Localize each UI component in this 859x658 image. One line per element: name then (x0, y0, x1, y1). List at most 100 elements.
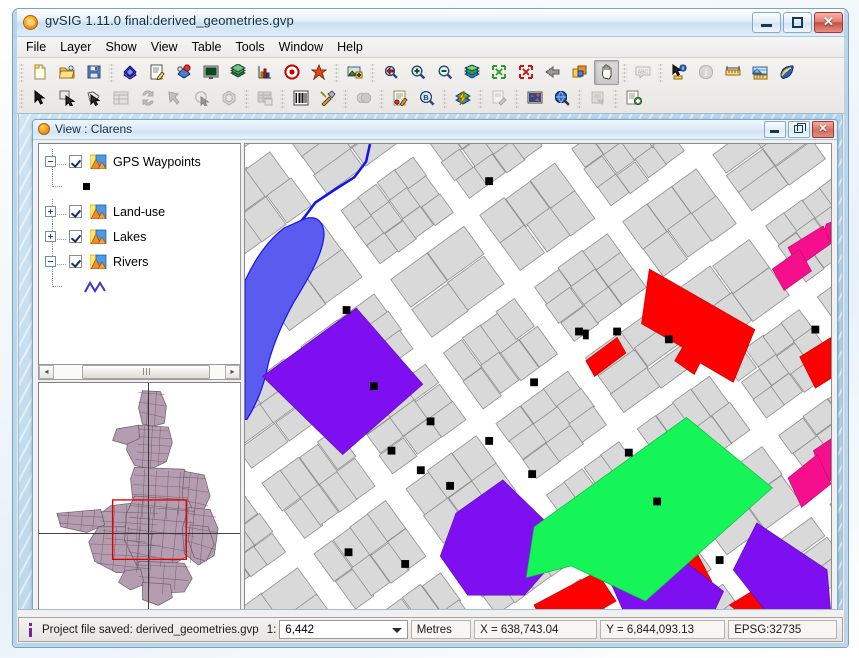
menu-file[interactable]: File (19, 38, 53, 57)
expand-icon[interactable] (45, 206, 56, 217)
select-by-polygon-button[interactable] (81, 86, 106, 111)
layer-order-button[interactable] (225, 60, 250, 85)
pan-button[interactable] (594, 59, 619, 85)
maximize-button[interactable] (783, 12, 812, 33)
zoom-to-selection-button[interactable] (513, 60, 538, 85)
toolbar-grip[interactable] (370, 62, 375, 82)
restore-icon (794, 123, 806, 133)
collapse-icon[interactable] (45, 156, 56, 167)
new-project-button[interactable] (27, 60, 52, 85)
expand-icon[interactable] (45, 231, 56, 242)
toc-symbol-row[interactable] (39, 174, 240, 199)
chevron-down-icon[interactable] (391, 628, 402, 633)
zoom-in-button[interactable] (405, 60, 430, 85)
scale-combobox[interactable]: 6,442 (279, 620, 408, 639)
toolbar-grip[interactable] (622, 62, 627, 82)
view-restore-button[interactable] (788, 121, 810, 138)
geoprocessing-button[interactable] (315, 86, 340, 111)
scale-value[interactable]: 6,442 (280, 624, 314, 636)
select-by-point-button[interactable]: i (666, 60, 691, 85)
annotation-button[interactable] (387, 86, 412, 111)
measure-area-button[interactable] (747, 60, 772, 85)
floppy-save-icon (87, 65, 100, 79)
menu-tools[interactable]: Tools (228, 38, 271, 57)
toolbar-grip[interactable] (379, 88, 384, 108)
toolbar-grip[interactable] (280, 88, 285, 108)
scroll-left-arrow[interactable]: ◂ (39, 364, 54, 379)
toolbar-grip[interactable] (514, 88, 519, 108)
toolbar-grip[interactable] (478, 88, 483, 108)
save-project-button[interactable] (81, 60, 106, 85)
scale-label: 1: (266, 623, 277, 636)
toolbar-grip[interactable] (343, 88, 348, 108)
toolbar-grip[interactable] (109, 62, 114, 82)
toolbar-grip[interactable] (244, 88, 249, 108)
toolbar-grip[interactable] (658, 62, 663, 82)
zoom-out-button[interactable] (432, 60, 457, 85)
toc-layer-rivers[interactable]: Rivers (39, 249, 240, 274)
add-layer-button[interactable] (117, 60, 142, 85)
next-view-button[interactable] (567, 60, 592, 85)
overview-locator-map[interactable] (38, 381, 241, 609)
view-minimize-button[interactable] (764, 121, 786, 138)
scrollbar-thumb[interactable] (82, 364, 210, 379)
start-editing-button[interactable] (144, 60, 169, 85)
minimize-button[interactable] (752, 12, 781, 33)
menu-view[interactable]: View (144, 38, 185, 57)
layer-visibility-checkbox[interactable] (69, 230, 82, 243)
menu-table[interactable]: Table (185, 38, 229, 57)
toolbar-grip[interactable] (334, 62, 339, 82)
scrollbar-track[interactable] (54, 364, 225, 379)
svg-text:i: i (704, 68, 707, 79)
collapse-icon[interactable] (45, 256, 56, 267)
zoom-pixel-button[interactable] (549, 86, 574, 111)
graph-tool-button[interactable] (252, 60, 277, 85)
table-of-contents[interactable]: GPS Waypoints Land-use Lakes Rivers (38, 143, 241, 365)
add-event-layer-button[interactable] (171, 60, 196, 85)
raster-tools-button[interactable] (450, 86, 475, 111)
toc-layer-land-use[interactable]: Land-use (39, 199, 240, 224)
select-arrow-button[interactable] (27, 86, 52, 111)
previous-view-button[interactable] (540, 60, 565, 85)
close-button[interactable]: ✕ (814, 12, 843, 33)
toc-layer-lakes[interactable]: Lakes (39, 224, 240, 249)
layer-visibility-checkbox[interactable] (69, 155, 82, 168)
menu-window[interactable]: Window (272, 38, 330, 57)
map-canvas[interactable] (245, 144, 831, 610)
layer-visibility-checkbox[interactable] (69, 255, 82, 268)
menu-layer[interactable]: Layer (53, 38, 98, 57)
zoom-previous-button[interactable] (378, 60, 403, 85)
map-canvas-container[interactable] (244, 143, 832, 610)
layer-visibility-checkbox[interactable] (69, 205, 82, 218)
zoom-full-extent-button[interactable] (459, 60, 484, 85)
open-project-button[interactable] (54, 60, 79, 85)
toc-symbol-row[interactable] (39, 274, 240, 299)
annotation-icon (393, 90, 408, 106)
toolbar-grip[interactable] (19, 62, 24, 82)
catalog-search-button[interactable] (774, 60, 799, 85)
georeferencing-button[interactable] (306, 60, 331, 85)
menu-show[interactable]: Show (98, 38, 143, 57)
window-title: gvSIG 1.11.0 final:derived_geometries.gv… (45, 13, 294, 28)
toc-horizontal-scrollbar[interactable]: ◂ ▸ (38, 364, 241, 380)
measure-distance-button[interactable] (720, 60, 745, 85)
view-properties-button[interactable] (198, 60, 223, 85)
toolbar-grip[interactable] (577, 88, 582, 108)
toolbar-grip[interactable] (613, 88, 618, 108)
toc-layer-gps-waypoints[interactable]: GPS Waypoints (39, 149, 240, 174)
scripting-button[interactable] (288, 86, 313, 111)
add-raster-layer-button[interactable] (342, 60, 367, 85)
toolbar-grip[interactable] (442, 88, 447, 108)
bookmark-view-button[interactable]: B (414, 86, 439, 111)
menu-help[interactable]: Help (330, 38, 370, 57)
view-close-button[interactable]: ✕ (812, 121, 834, 138)
view-title-bar: View : Clarens ✕ (33, 120, 837, 140)
export-image-button[interactable] (522, 86, 547, 111)
zoom-to-layer-button[interactable] (486, 60, 511, 85)
toolbar-grip[interactable] (19, 88, 24, 108)
select-by-rectangle-button[interactable] (54, 86, 79, 111)
locate-by-attribute-button[interactable] (279, 60, 304, 85)
scroll-right-arrow[interactable]: ▸ (225, 364, 240, 379)
grip-icon (142, 368, 150, 376)
new-report-button[interactable] (621, 86, 646, 111)
